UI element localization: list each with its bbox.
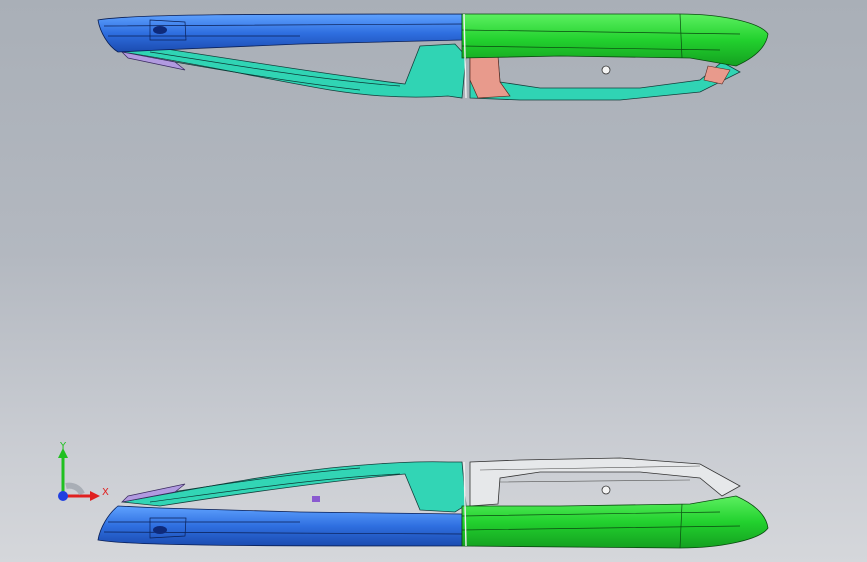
right-body-bottom[interactable] xyxy=(461,495,769,549)
x-axis-label: X xyxy=(102,487,109,498)
reference-triad: Y X xyxy=(52,440,112,506)
x-axis-arrowhead xyxy=(90,491,100,501)
right-body-top[interactable] xyxy=(461,13,769,67)
y-axis-label: Y xyxy=(60,441,67,452)
left-body-top[interactable] xyxy=(97,13,463,53)
right-frame-top[interactable] xyxy=(469,55,741,101)
triad-origin xyxy=(58,491,68,501)
left-body-bottom[interactable] xyxy=(97,505,463,547)
part-view-top[interactable] xyxy=(97,13,769,101)
bracket-top xyxy=(469,55,511,99)
graphics-viewport[interactable]: Y X xyxy=(0,0,867,562)
model-scene[interactable] xyxy=(0,0,867,562)
left-frame-top[interactable] xyxy=(121,43,467,99)
part-view-bottom[interactable] xyxy=(97,457,769,549)
z-axis-indicator xyxy=(65,482,85,496)
